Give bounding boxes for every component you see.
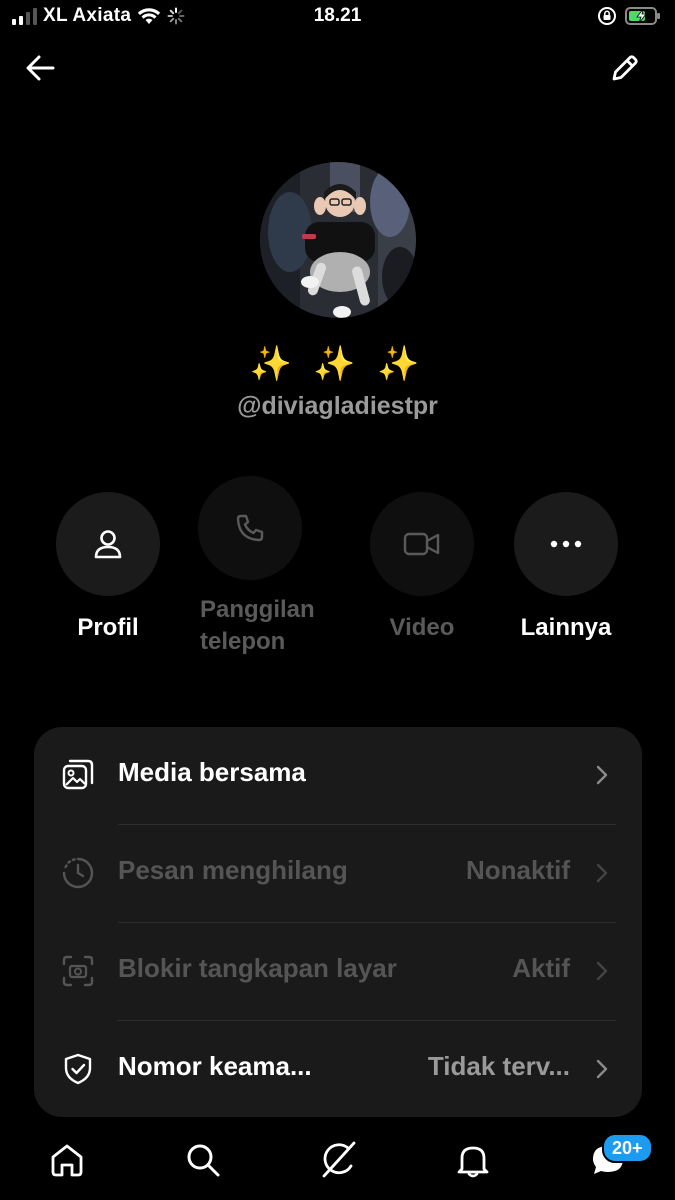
chevron-right-icon <box>592 859 612 887</box>
call-action-circle <box>198 476 302 580</box>
status-right <box>597 6 661 26</box>
more-action-circle[interactable] <box>514 492 618 596</box>
settings-row-disappearing-messages: Pesan menghilang Nonaktif <box>34 825 642 922</box>
more-action[interactable]: Lainnya <box>491 476 641 644</box>
top-nav <box>0 46 675 90</box>
nav-grok[interactable] <box>316 1138 360 1182</box>
media-icon <box>60 757 96 793</box>
timer-icon <box>60 855 96 891</box>
phone-icon <box>236 514 264 542</box>
chevron-right-icon <box>592 761 612 789</box>
video-action: Video <box>347 476 497 644</box>
edit-button[interactable] <box>607 50 643 86</box>
notifications-icon <box>457 1146 489 1178</box>
status-bar: XL Axiata 18.21 <box>0 0 675 36</box>
video-action-label: Video <box>389 614 455 641</box>
chevron-right-icon <box>592 1055 612 1083</box>
settings-row-label: Blokir tangkapan layar <box>118 953 397 983</box>
orientation-lock-icon <box>598 7 616 25</box>
settings-row-value: Aktif <box>512 953 570 983</box>
arrow-left-icon <box>26 55 55 81</box>
settings-row-shared-media[interactable]: Media bersama <box>34 727 642 824</box>
battery-charging-icon <box>625 7 660 25</box>
settings-row-block-screenshots: Blokir tangkapan layar Aktif <box>34 923 642 1020</box>
call-action: Panggilan telepon <box>160 476 340 658</box>
avatar[interactable] <box>260 162 416 318</box>
nav-home[interactable] <box>45 1138 89 1182</box>
screenshot-icon <box>60 953 96 989</box>
video-action-circle <box>370 492 474 596</box>
more-icon <box>550 540 582 548</box>
settings-row-label: Media bersama <box>118 757 306 787</box>
back-button[interactable] <box>22 50 58 86</box>
settings-row-security-number[interactable]: Nomor keama... Tidak terv... <box>34 1021 642 1118</box>
nav-search[interactable] <box>181 1138 225 1182</box>
video-icon <box>403 532 440 556</box>
more-action-label: Lainnya <box>520 614 612 641</box>
avatar-photo <box>260 162 416 318</box>
call-action-label: Panggilan telepon <box>200 596 315 655</box>
username: @diviagladiestpr <box>237 392 438 420</box>
status-time: 18.21 <box>313 5 362 26</box>
home-icon <box>51 1144 83 1177</box>
bottom-nav <box>0 1120 675 1200</box>
settings-card: Media bersama Pesan menghilang Nonaktif <box>34 727 642 1117</box>
grok-icon <box>322 1141 356 1178</box>
person-icon <box>94 530 122 559</box>
pencil-icon <box>612 55 638 81</box>
settings-row-label: Pesan menghilang <box>118 855 348 885</box>
search-icon <box>187 1144 220 1177</box>
settings-row-label: Nomor keama... <box>118 1051 312 1081</box>
settings-row-value: Tidak terv... <box>427 1051 570 1081</box>
messages-badge: 20+ <box>602 1133 653 1163</box>
chat-info-screen: XL Axiata 18.21 ✨ ✨ ✨ @diviagladiestpr P… <box>0 0 675 1200</box>
chevron-right-icon <box>592 957 612 985</box>
nav-notifications[interactable] <box>451 1138 495 1182</box>
settings-row-value: Nonaktif <box>466 855 570 885</box>
profile-action-circle[interactable] <box>56 492 160 596</box>
shield-icon <box>60 1051 96 1087</box>
display-name: ✨ ✨ ✨ <box>249 345 426 383</box>
